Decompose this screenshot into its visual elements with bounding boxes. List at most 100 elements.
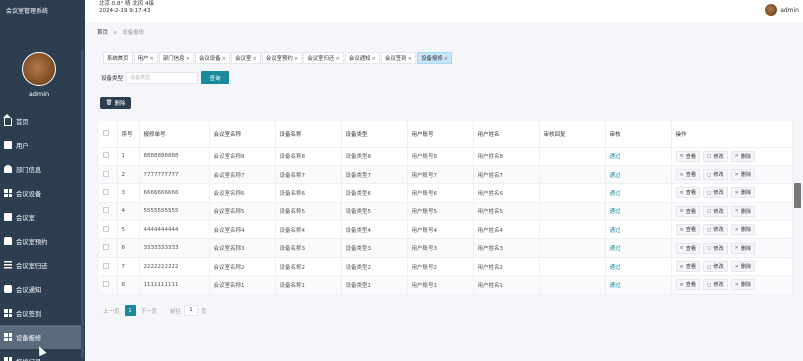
row-checkbox[interactable] [103,225,109,232]
sidebar-scrollbar[interactable] [81,50,84,358]
cell-status[interactable]: 通过 [605,257,672,277]
row-checkbox[interactable] [103,207,109,214]
tab[interactable]: 部门信息× [158,52,195,64]
row-select-cell[interactable] [99,220,118,240]
row-select-cell[interactable] [99,238,118,258]
sidebar-item[interactable]: 部门信息 [0,157,82,181]
delete-button[interactable]: ✕ 删除 [730,205,756,217]
tab[interactable]: 会议设备× [195,52,231,64]
select-all-checkbox[interactable] [103,129,109,136]
table-row[interactable]: 1 8888888888 会议室名称8 设备名称8 设备类型8 用户账号8 用户姓名8 通过 ≡… [99,147,793,166]
user-avatar[interactable] [765,4,778,16]
row-select-cell[interactable] [99,165,118,185]
cell-status[interactable]: 通过 [605,202,672,222]
table-row[interactable]: 8 1111111111 会议室名称1 设备名称1 设备类型1 用户账号1 用户姓名1 通过 ≡… [99,275,793,295]
sidebar-item[interactable]: 会议室归还 [0,253,82,277]
page-number-current[interactable]: 1 [124,305,136,316]
row-select-cell[interactable] [99,147,118,166]
edit-button[interactable]: ◻ 修改 [703,150,728,162]
cell-status[interactable]: 通过 [605,220,672,240]
edit-button[interactable]: ◻ 修改 [703,169,728,181]
tab-close-icon[interactable]: × [408,56,413,62]
sidebar-item[interactable]: 首页 [0,109,82,133]
delete-button[interactable]: ✕ 删除 [730,169,756,181]
page-jump-input[interactable]: 1 [184,305,199,316]
tab-close-icon[interactable]: × [335,56,340,62]
view-button[interactable]: ≡ 查看 [675,261,701,273]
avatar[interactable] [22,52,56,86]
user-name[interactable]: admin [780,7,799,14]
tab[interactable]: 会议室预约× [261,52,303,64]
view-button[interactable]: ≡ 查看 [675,150,701,162]
tab[interactable]: 会议通知× [344,52,380,64]
tab[interactable]: 系统首页 [103,52,133,64]
tab-close-icon[interactable]: × [149,56,154,62]
row-select-cell[interactable] [99,275,118,295]
sidebar-item[interactable]: 会议室 [0,205,82,229]
device-type-input[interactable]: 设备类型 [126,71,199,84]
page-scrollbar[interactable] [794,183,801,208]
sidebar-item[interactable]: 会议通知 [0,277,82,301]
row-select-cell[interactable] [99,202,118,222]
delete-button[interactable]: ✕ 删除 [730,242,756,254]
sidebar-item[interactable]: 会议设备 [0,181,82,205]
cell-status[interactable]: 通过 [605,275,672,295]
tab[interactable]: 会议室× [231,52,261,64]
table-row[interactable]: 2 7777777777 会议室名称7 设备名称7 设备类型7 用户账号7 用户姓名7 通过 ≡… [99,165,793,185]
row-checkbox[interactable] [103,262,109,269]
table-row[interactable]: 5 4444444444 会议室名称4 设备名称4 设备类型4 用户账号4 用户姓名4 通过 ≡… [99,220,793,240]
sidebar-item[interactable]: 会议室预约 [0,229,82,253]
row-checkbox[interactable] [103,244,109,251]
row-select-cell[interactable] [99,183,118,203]
tab-close-icon[interactable]: × [294,56,299,62]
cell-status[interactable]: 通过 [605,183,672,203]
tab[interactable]: 会议室归还× [303,52,344,64]
tab-close-icon[interactable]: × [185,56,190,62]
breadcrumb-home[interactable]: 首页 [97,30,108,36]
delete-button[interactable]: ✕ 删除 [730,279,756,291]
view-button[interactable]: ≡ 查看 [675,187,701,199]
row-checkbox[interactable] [103,170,109,177]
next-page-button[interactable]: 下一页 [139,305,160,316]
view-button[interactable]: ≡ 查看 [675,205,701,217]
cell-status[interactable]: 通过 [605,165,672,185]
row-checkbox[interactable] [103,152,109,159]
row-checkbox[interactable] [103,280,109,287]
row-checkbox[interactable] [103,188,109,195]
delete-button[interactable]: 🗑 删除 [100,97,131,109]
tab-close-icon[interactable]: × [371,56,376,62]
view-button[interactable]: ≡ 查看 [675,169,701,181]
tab-close-icon[interactable]: × [252,56,257,62]
delete-button[interactable]: ✕ 删除 [730,224,756,236]
row-select-cell[interactable] [99,257,118,277]
delete-button[interactable]: ✕ 删除 [730,261,756,273]
edit-button[interactable]: ◻ 修改 [703,224,728,236]
table-row[interactable]: 3 6666666666 会议室名称6 设备名称6 设备类型6 用户账号6 用户姓名6 通过 ≡… [99,183,793,203]
table-row[interactable]: 7 2222222222 会议室名称2 设备名称2 设备类型2 用户账号2 用户姓名2 通过 ≡… [99,257,793,277]
cell-status[interactable]: 通过 [605,147,672,166]
table-row[interactable]: 4 5555555555 会议室名称5 设备名称5 设备类型5 用户账号5 用户姓名5 通过 ≡… [99,202,793,222]
tab[interactable]: 用户× [133,52,158,64]
edit-button[interactable]: ◻ 修改 [703,242,728,254]
view-button[interactable]: ≡ 查看 [675,242,701,254]
view-button[interactable]: ≡ 查看 [675,224,701,236]
user-menu[interactable]: admin [765,4,799,16]
edit-button[interactable]: ◻ 修改 [703,205,728,217]
tab-close-icon[interactable]: × [444,56,449,62]
header-select-all[interactable] [99,121,118,148]
delete-button[interactable]: ✕ 删除 [730,150,756,162]
cell-status[interactable]: 通过 [605,238,672,258]
prev-page-button[interactable]: 上一页 [101,305,122,316]
query-button[interactable]: 查询 [201,71,230,84]
sidebar-item[interactable]: 会议签到 [0,301,82,325]
tab[interactable]: 会议签到× [380,52,417,64]
edit-button[interactable]: ◻ 修改 [703,279,728,291]
delete-button[interactable]: ✕ 删除 [730,187,756,199]
view-button[interactable]: ≡ 查看 [675,279,701,291]
tab[interactable]: 设备报修× [417,52,453,64]
sidebar-item[interactable]: 用户 [0,133,82,157]
edit-button[interactable]: ◻ 修改 [703,261,728,273]
tab-close-icon[interactable]: × [222,56,227,62]
table-row[interactable]: 6 3333333333 会议室名称3 设备名称3 设备类型3 用户账号3 用户姓名3 通过 ≡… [99,238,793,258]
edit-button[interactable]: ◻ 修改 [703,187,728,199]
